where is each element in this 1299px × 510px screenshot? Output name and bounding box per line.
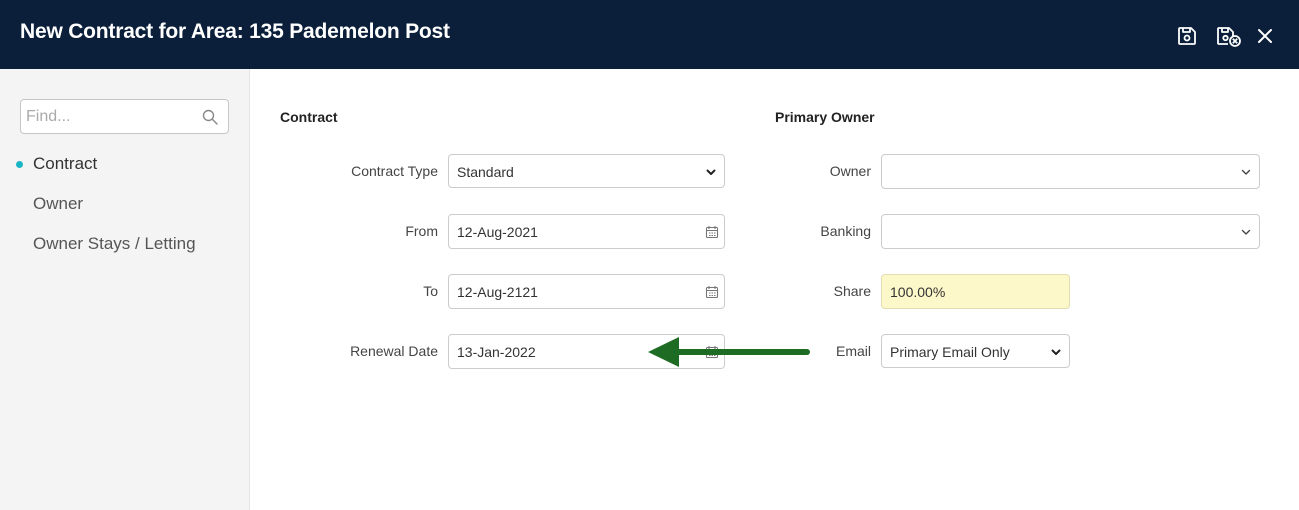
calendar-icon[interactable] xyxy=(705,345,719,359)
email-value: Primary Email Only xyxy=(890,344,1010,360)
email-select[interactable]: Primary Email Only xyxy=(881,334,1070,368)
from-label: From xyxy=(405,223,438,239)
calendar-icon[interactable] xyxy=(705,285,719,299)
email-label: Email xyxy=(835,343,871,359)
primary-owner-section-title: Primary Owner xyxy=(775,109,875,125)
from-date-value: 12-Aug-2021 xyxy=(457,224,538,240)
window-header: New Contract for Area: 135 Pademelon Pos… xyxy=(0,0,1299,69)
close-button[interactable] xyxy=(1253,24,1277,48)
to-date-field[interactable]: 12-Aug-2121 xyxy=(448,274,725,309)
chevron-down-icon xyxy=(1241,169,1251,175)
share-input[interactable]: 100.00% xyxy=(881,274,1070,309)
banking-select[interactable] xyxy=(881,214,1260,249)
active-indicator-dot xyxy=(16,161,23,168)
to-label: To xyxy=(423,283,438,299)
banking-label: Banking xyxy=(820,223,871,239)
sidebar-item-contract[interactable]: Contract xyxy=(33,154,97,174)
sidebar: Contract Owner Owner Stays / Letting xyxy=(0,69,250,510)
from-date-field[interactable]: 12-Aug-2021 xyxy=(448,214,725,249)
save-and-close-button[interactable] xyxy=(1215,24,1243,48)
window-title: New Contract for Area: 135 Pademelon Pos… xyxy=(20,20,450,43)
sidebar-item-owner-stays-letting[interactable]: Owner Stays / Letting xyxy=(33,234,196,254)
to-date-value: 12-Aug-2121 xyxy=(457,284,538,300)
contract-section-title: Contract xyxy=(280,109,338,125)
chevron-down-icon xyxy=(1241,229,1251,235)
find-input[interactable] xyxy=(26,106,196,128)
close-icon xyxy=(1258,29,1272,43)
search-icon[interactable] xyxy=(202,109,218,125)
save-icon xyxy=(1178,27,1196,45)
contract-type-value: Standard xyxy=(457,164,514,180)
owner-select[interactable] xyxy=(881,154,1260,189)
chevron-down-icon xyxy=(706,169,716,175)
renewal-date-label: Renewal Date xyxy=(350,343,438,359)
owner-label: Owner xyxy=(829,163,871,179)
contract-type-select[interactable]: Standard xyxy=(448,154,725,188)
renewal-date-value: 13-Jan-2022 xyxy=(457,344,536,360)
calendar-icon[interactable] xyxy=(705,225,719,239)
chevron-down-icon xyxy=(1051,349,1061,355)
share-value: 100.00% xyxy=(890,284,946,300)
share-label: Share xyxy=(833,283,871,299)
contract-type-label: Contract Type xyxy=(351,163,438,179)
save-close-icon xyxy=(1217,27,1241,47)
sidebar-item-owner[interactable]: Owner xyxy=(33,194,83,214)
renewal-date-field[interactable]: 13-Jan-2022 xyxy=(448,334,725,369)
find-box xyxy=(20,99,229,134)
save-button[interactable] xyxy=(1175,24,1199,48)
